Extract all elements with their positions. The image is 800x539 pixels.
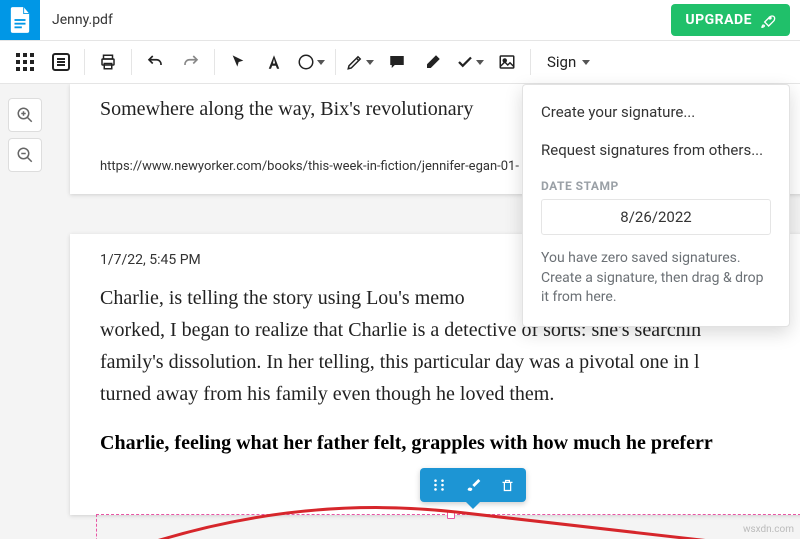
zoom-tools bbox=[8, 98, 42, 172]
upgrade-label: UPGRADE bbox=[685, 12, 752, 28]
create-signature-item[interactable]: Create your signature... bbox=[523, 93, 789, 131]
app-logo[interactable] bbox=[0, 0, 40, 40]
main-toolbar: Sign bbox=[0, 40, 800, 84]
redo-button[interactable] bbox=[174, 45, 208, 79]
bold-text: Charlie, feeling what her father felt, g… bbox=[100, 432, 780, 455]
zoom-in-icon bbox=[16, 106, 34, 124]
undo-icon bbox=[146, 53, 164, 71]
resize-handle[interactable] bbox=[447, 511, 455, 519]
circle-icon bbox=[297, 53, 315, 71]
datestamp-header: DATE STAMP bbox=[523, 169, 789, 199]
comment-tool[interactable] bbox=[380, 45, 414, 79]
annotation-selection[interactable] bbox=[96, 514, 800, 539]
chevron-down-icon bbox=[476, 60, 484, 65]
zoom-in-button[interactable] bbox=[8, 98, 42, 132]
toolbar-separator bbox=[530, 49, 531, 75]
chevron-down-icon bbox=[366, 60, 374, 65]
annotation-toolbar bbox=[420, 468, 526, 502]
shape-tool[interactable] bbox=[293, 45, 329, 79]
watermark: wsxdn.com bbox=[743, 524, 794, 535]
upgrade-button[interactable]: UPGRADE bbox=[671, 4, 790, 36]
drag-handle[interactable] bbox=[428, 474, 450, 496]
print-button[interactable] bbox=[91, 45, 125, 79]
zoom-out-button[interactable] bbox=[8, 138, 42, 172]
datestamp-value[interactable]: 8/26/2022 bbox=[541, 199, 771, 235]
chevron-down-icon bbox=[582, 60, 590, 65]
eraser-icon bbox=[424, 53, 442, 71]
zoom-out-icon bbox=[16, 146, 34, 164]
brush-icon bbox=[465, 477, 481, 493]
image-icon bbox=[498, 53, 516, 71]
outline-button[interactable] bbox=[44, 45, 78, 79]
list-icon bbox=[52, 53, 70, 71]
highlighter-icon bbox=[346, 53, 364, 71]
titlebar: Jenny.pdf UPGRADE bbox=[0, 0, 800, 40]
rocket-icon bbox=[760, 12, 776, 28]
thumbnails-button[interactable] bbox=[8, 45, 42, 79]
toolbar-separator bbox=[335, 49, 336, 75]
redo-icon bbox=[182, 53, 200, 71]
toolbar-separator bbox=[84, 49, 85, 75]
grid-icon bbox=[16, 53, 34, 71]
check-icon bbox=[456, 53, 474, 71]
text-tool[interactable] bbox=[257, 45, 291, 79]
text-icon bbox=[265, 53, 283, 71]
highlight-tool[interactable] bbox=[342, 45, 378, 79]
delete-button[interactable] bbox=[496, 474, 518, 496]
toolbar-separator bbox=[131, 49, 132, 75]
sign-dropdown-menu: Create your signature... Request signatu… bbox=[522, 84, 790, 327]
undo-button[interactable] bbox=[138, 45, 172, 79]
trash-icon bbox=[500, 478, 515, 493]
comment-icon bbox=[388, 53, 406, 71]
image-tool[interactable] bbox=[490, 45, 524, 79]
style-button[interactable] bbox=[462, 474, 484, 496]
print-icon bbox=[99, 53, 117, 71]
signatures-empty-note: You have zero saved signatures. Create a… bbox=[523, 245, 789, 318]
sign-label: Sign bbox=[547, 53, 576, 71]
checkmark-tool[interactable] bbox=[452, 45, 488, 79]
select-tool[interactable] bbox=[221, 45, 255, 79]
request-signatures-item[interactable]: Request signatures from others... bbox=[523, 131, 789, 169]
sign-dropdown-button[interactable]: Sign bbox=[537, 47, 600, 77]
toolbar-separator bbox=[214, 49, 215, 75]
eraser-tool[interactable] bbox=[416, 45, 450, 79]
document-filename: Jenny.pdf bbox=[52, 12, 113, 28]
cursor-icon bbox=[230, 54, 246, 70]
drag-icon bbox=[432, 478, 446, 492]
chevron-down-icon bbox=[317, 60, 325, 65]
page-timestamp: 1/7/22, 5:45 PM bbox=[100, 252, 201, 268]
